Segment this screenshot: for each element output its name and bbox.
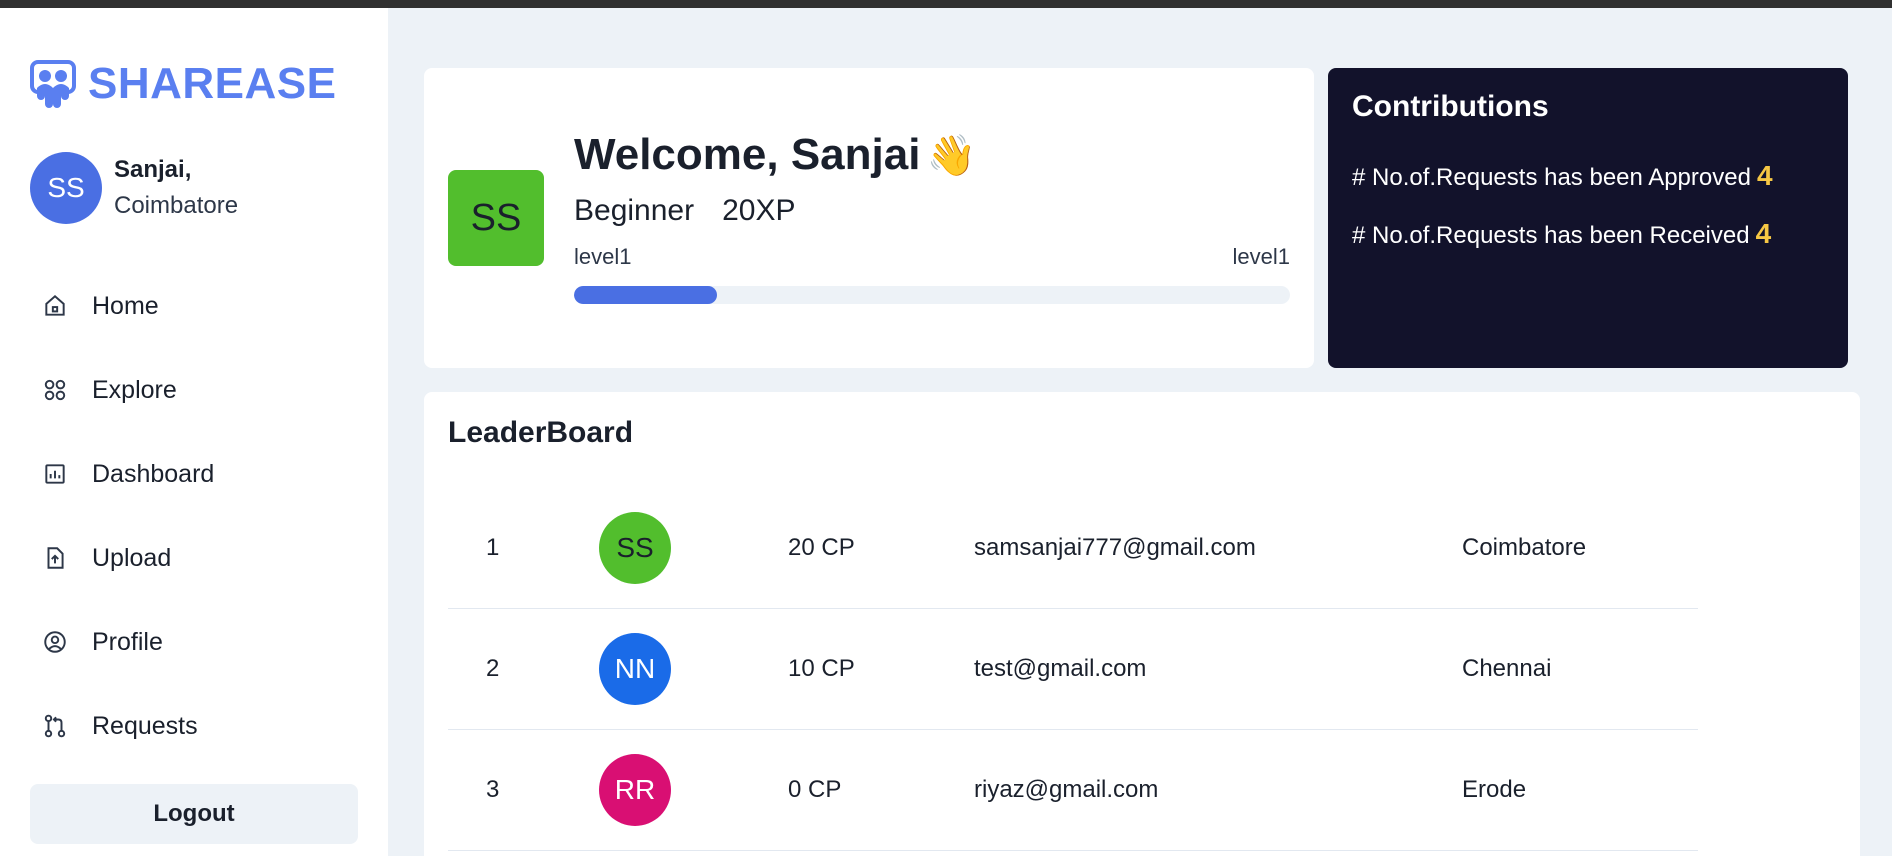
rank-label: Beginner: [574, 194, 695, 227]
sidebar-item-explore[interactable]: Explore: [30, 348, 360, 432]
rank-cell: 3: [486, 776, 500, 803]
level-labels: level1 level1: [574, 244, 1290, 270]
points-cell: 0 CP: [788, 776, 842, 803]
leaderboard: LeaderBoard 1 SS 20 CP samsanjai777@gmai…: [424, 392, 1860, 856]
profile-icon: [44, 631, 66, 653]
avatar: RR: [599, 754, 671, 826]
sidebar-item-label: Requests: [92, 711, 198, 740]
level-end-label: level1: [1232, 244, 1290, 269]
requests-icon: [44, 714, 66, 738]
sidebar-item-upload[interactable]: Upload: [30, 516, 360, 600]
welcome-title: Welcome, Sanjai 👋: [574, 130, 976, 180]
welcome-card: SS Welcome, Sanjai 👋 Beginner 20XP level1…: [424, 68, 1314, 368]
home-icon: [45, 294, 65, 316]
points-cell: 20 CP: [788, 534, 855, 561]
table-row[interactable]: 3 RR 0 CP riyaz@gmail.com Erode: [448, 730, 1698, 851]
contributions-title: Contributions: [1352, 90, 1549, 123]
sidebar-item-dashboard[interactable]: Dashboard: [30, 432, 360, 516]
leaderboard-title: LeaderBoard: [448, 416, 634, 449]
user-city: Coimbatore: [114, 192, 239, 219]
level-info: Beginner 20XP: [574, 194, 795, 228]
received-label: # No.of.Requests has been Received: [1352, 222, 1750, 249]
points-cell: 10 CP: [788, 655, 855, 682]
sidebar-item-profile[interactable]: Profile: [30, 600, 360, 684]
sidebar-nav: Home Explore Dashboard Upload Profile Re…: [30, 264, 360, 768]
xp-progress-fill: [574, 286, 718, 304]
explore-icon: [44, 379, 66, 401]
user-name: Sanjai,: [114, 156, 192, 183]
sidebar: SHAREASE SS Sanjai, Coimbatore Home Expl…: [0, 8, 388, 856]
rank-cell: 2: [486, 655, 500, 682]
dashboard-icon: [45, 464, 65, 484]
brand-name: SHAREASE: [88, 59, 337, 108]
xp-label: 20XP: [722, 194, 796, 227]
approved-label: # No.of.Requests has been Approved: [1352, 164, 1751, 191]
leaderboard-table: 1 SS 20 CP samsanjai777@gmail.com Coimba…: [448, 488, 1698, 851]
table-row[interactable]: 1 SS 20 CP samsanjai777@gmail.com Coimba…: [448, 488, 1698, 609]
email-cell: test@gmail.com: [974, 655, 1147, 682]
logo-icon: [30, 60, 76, 108]
contributions-card: Contributions # No.of.Requests has been …: [1328, 68, 1848, 368]
window-top-bar: [0, 0, 1892, 8]
email-cell: samsanjai777@gmail.com: [974, 534, 1256, 561]
logout-button[interactable]: Logout: [30, 784, 358, 844]
approved-count-line: # No.of.Requests has been Approved 4: [1352, 160, 1773, 192]
city-cell: Coimbatore: [1462, 534, 1587, 561]
avatar: SS: [599, 512, 671, 584]
welcome-text: Welcome, Sanjai: [574, 130, 921, 179]
avatar: SS: [448, 170, 544, 266]
sidebar-item-label: Upload: [92, 543, 172, 572]
avatar: SS: [30, 152, 102, 224]
brand-logo[interactable]: SHAREASE: [30, 54, 337, 114]
sidebar-item-label: Profile: [92, 627, 163, 656]
rank-cell: 1: [486, 534, 500, 561]
sidebar-item-label: Dashboard: [92, 459, 215, 488]
sidebar-item-home[interactable]: Home: [30, 264, 360, 348]
sidebar-item-label: Home: [92, 291, 159, 320]
city-cell: Erode: [1462, 776, 1527, 803]
user-card: SS Sanjai, Coimbatore: [30, 152, 238, 224]
table-row[interactable]: 2 NN 10 CP test@gmail.com Chennai: [448, 609, 1698, 730]
upload-icon: [47, 547, 64, 569]
sidebar-item-label: Explore: [92, 375, 177, 404]
received-count-line: # No.of.Requests has been Received 4: [1352, 218, 1771, 250]
level-start-label: level1: [574, 244, 632, 269]
approved-count: 4: [1756, 160, 1773, 191]
city-cell: Chennai: [1462, 655, 1552, 682]
email-cell: riyaz@gmail.com: [974, 776, 1159, 803]
sidebar-item-requests[interactable]: Requests: [30, 684, 360, 768]
received-count: 4: [1755, 218, 1772, 249]
wave-emoji-icon: 👋: [926, 134, 977, 178]
avatar: NN: [599, 633, 671, 705]
xp-progress-bar: [574, 286, 1290, 304]
